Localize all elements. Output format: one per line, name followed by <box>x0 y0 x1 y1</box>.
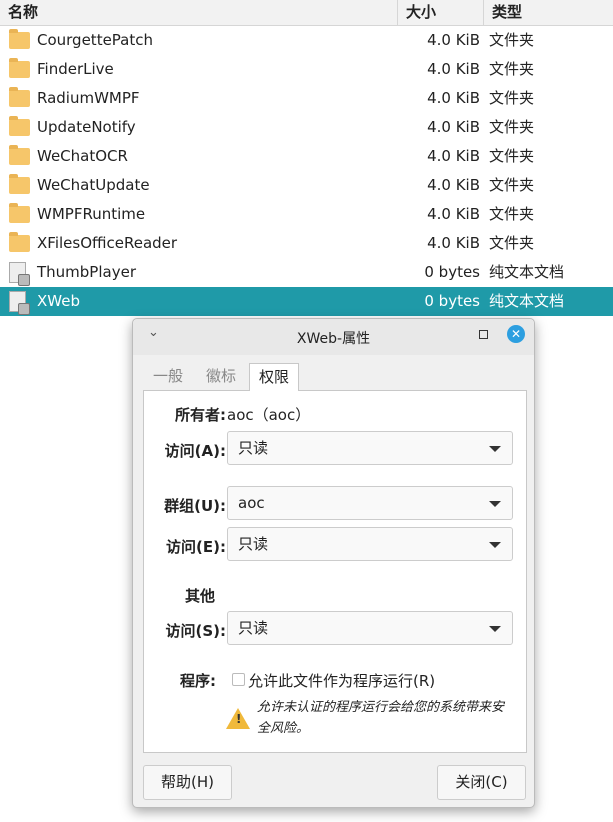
file-type: 文件夹 <box>489 118 535 136</box>
others-access-label: 访问(S): <box>165 622 226 640</box>
file-name: ThumbPlayer <box>37 263 136 281</box>
file-type: 文件夹 <box>489 60 535 78</box>
file-type: 文件夹 <box>489 89 535 107</box>
file-name: WeChatOCR <box>37 147 128 165</box>
others-access-select[interactable]: 只读 <box>227 611 513 645</box>
file-row[interactable]: WeChatUpdate 4.0 KiB 文件夹 <box>0 171 613 200</box>
permissions-panel: 所有者: aoc（aoc） 访问(A): 只读 群组(U): aoc 访问(E)… <box>143 390 527 753</box>
folder-icon <box>9 29 30 49</box>
group-access-label: 访问(E): <box>166 538 226 556</box>
file-size: 4.0 KiB <box>427 31 480 49</box>
file-row[interactable]: UpdateNotify 4.0 KiB 文件夹 <box>0 113 613 142</box>
tab-permissions[interactable]: 权限 <box>249 363 300 391</box>
file-size: 0 bytes <box>424 263 480 281</box>
dropdown-arrow-icon <box>489 446 501 452</box>
file-size: 4.0 KiB <box>427 118 480 136</box>
properties-dialog: ⌄ XWeb-属性 ✕ 一般 徽标 权限 所有者: aoc（aoc） 访问(A)… <box>132 318 535 808</box>
program-label: 程序: <box>180 672 216 690</box>
group-select[interactable]: aoc <box>227 486 513 520</box>
help-button[interactable]: 帮助(H) <box>143 765 232 800</box>
file-type: 文件夹 <box>489 234 535 252</box>
file-type: 纯文本文档 <box>489 263 565 281</box>
file-size: 4.0 KiB <box>427 176 480 194</box>
file-size: 4.0 KiB <box>427 205 480 223</box>
dropdown-arrow-icon <box>489 626 501 632</box>
folder-icon <box>9 58 30 78</box>
close-icon[interactable]: ✕ <box>507 325 525 343</box>
file-size: 4.0 KiB <box>427 147 480 165</box>
file-name: XWeb <box>37 292 80 310</box>
dialog-title: XWeb-属性 <box>296 331 371 347</box>
folder-icon <box>9 203 30 223</box>
file-name: WMPFRuntime <box>37 205 146 223</box>
file-name: XFilesOfficeReader <box>37 234 178 252</box>
others-access-value: 只读 <box>238 619 269 637</box>
warning-icon: ! <box>226 708 250 729</box>
file-name: FinderLive <box>37 60 114 78</box>
file-row[interactable]: XWeb 0 bytes 纯文本文档 <box>0 287 613 316</box>
group-label: 群组(U): <box>164 497 226 515</box>
file-size: 4.0 KiB <box>427 60 480 78</box>
folder-icon <box>9 174 30 194</box>
file-row[interactable]: XFilesOfficeReader 4.0 KiB 文件夹 <box>0 229 613 258</box>
tab-general[interactable]: 一般 <box>144 363 192 391</box>
dropdown-arrow-icon <box>489 542 501 548</box>
column-type[interactable]: 类型 <box>483 0 613 26</box>
file-row[interactable]: WMPFRuntime 4.0 KiB 文件夹 <box>0 200 613 229</box>
text-file-locked-icon <box>9 262 30 286</box>
file-name: RadiumWMPF <box>37 89 140 107</box>
close-button[interactable]: 关闭(C) <box>437 765 526 800</box>
file-row[interactable]: CourgettePatch 4.0 KiB 文件夹 <box>0 26 613 55</box>
owner-access-select[interactable]: 只读 <box>227 431 513 465</box>
folder-icon <box>9 87 30 107</box>
owner-access-label: 访问(A): <box>164 442 226 460</box>
owner-label: 所有者: <box>175 406 226 424</box>
file-size: 0 bytes <box>424 292 480 310</box>
folder-icon <box>9 232 30 252</box>
file-size: 4.0 KiB <box>427 234 480 252</box>
file-name: UpdateNotify <box>37 118 136 136</box>
file-row[interactable]: RadiumWMPF 4.0 KiB 文件夹 <box>0 84 613 113</box>
file-size: 4.0 KiB <box>427 89 480 107</box>
others-label: 其他 <box>184 587 215 605</box>
file-name: CourgettePatch <box>37 31 154 49</box>
file-type: 纯文本文档 <box>489 292 565 310</box>
group-access-value: 只读 <box>238 535 269 553</box>
maximize-icon[interactable] <box>479 330 488 339</box>
file-type: 文件夹 <box>489 31 535 49</box>
exec-checkbox-label[interactable]: 允许此文件作为程序运行(R) <box>248 670 435 691</box>
file-row[interactable]: WeChatOCR 4.0 KiB 文件夹 <box>0 142 613 171</box>
folder-icon <box>9 116 30 136</box>
column-name[interactable]: 名称 <box>0 0 397 26</box>
tab-emblems[interactable]: 徽标 <box>197 363 245 391</box>
file-type: 文件夹 <box>489 176 535 194</box>
file-type: 文件夹 <box>489 147 535 165</box>
column-header: 名称 大小 类型 <box>0 0 613 26</box>
file-name: WeChatUpdate <box>37 176 150 194</box>
column-size[interactable]: 大小 <box>397 0 483 26</box>
dropdown-arrow-icon <box>489 501 501 507</box>
group-value: aoc <box>238 494 265 512</box>
file-row[interactable]: FinderLive 4.0 KiB 文件夹 <box>0 55 613 84</box>
folder-icon <box>9 145 30 165</box>
text-file-locked-icon <box>9 291 30 315</box>
exec-checkbox[interactable] <box>232 673 245 686</box>
warning-text: 允许未认证的程序运行会给您的系统带来安全风险。 <box>257 700 505 736</box>
title-bar: ⌄ XWeb-属性 ✕ <box>133 319 534 355</box>
file-type: 文件夹 <box>489 205 535 223</box>
group-access-select[interactable]: 只读 <box>227 527 513 561</box>
owner-access-value: 只读 <box>238 439 269 457</box>
file-row[interactable]: ThumbPlayer 0 bytes 纯文本文档 <box>0 258 613 287</box>
owner-value: aoc（aoc） <box>227 406 311 424</box>
